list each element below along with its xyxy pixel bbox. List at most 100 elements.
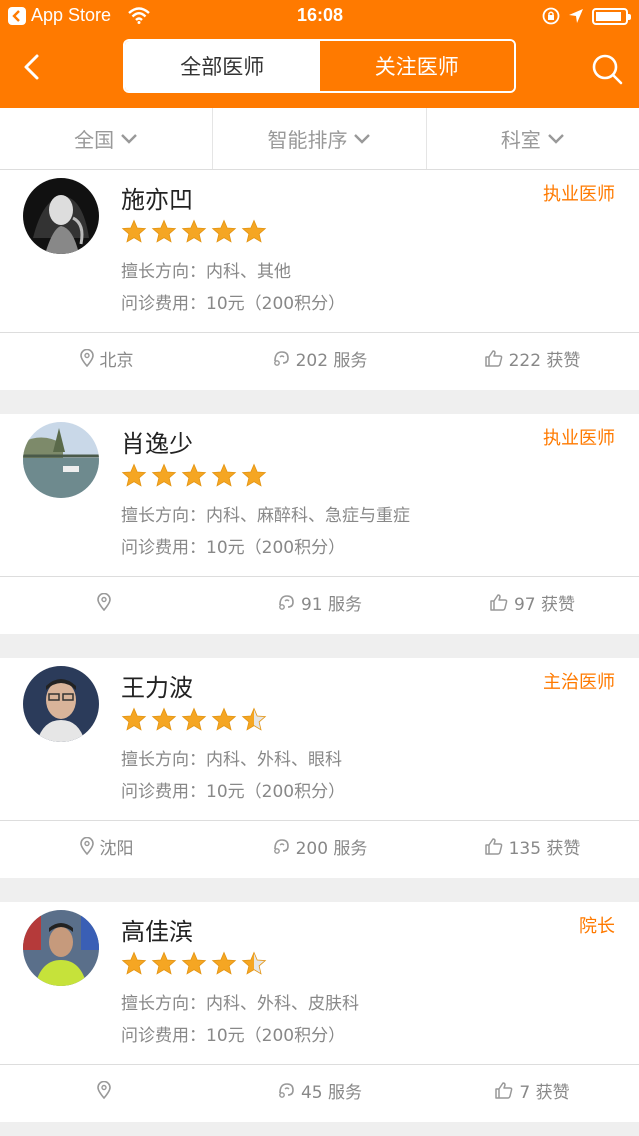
doctor-segment-control: 全部医师 关注医师 — [123, 39, 516, 93]
service-icon — [279, 1083, 294, 1098]
consult-fee: 问诊费用：10元（200积分） — [121, 538, 346, 558]
tab-all-doctors[interactable]: 全部医师 — [125, 41, 320, 91]
service-count: 200 服务 — [295, 838, 368, 859]
service-stat: 202 服务 — [213, 333, 426, 383]
service-icon — [273, 351, 289, 366]
location-pin-icon — [79, 349, 94, 367]
star-icon — [181, 951, 207, 975]
location-stat — [0, 1065, 213, 1115]
rating-stars — [121, 951, 267, 977]
rating-stars — [121, 463, 267, 489]
star-icon — [181, 463, 207, 487]
star-icon — [211, 951, 237, 975]
service-icon — [279, 595, 294, 610]
star-icon — [151, 463, 177, 487]
star-icon — [121, 463, 147, 487]
filter-sort-label: 智能排序 — [267, 128, 348, 152]
doctor-name: 肖逸少 — [121, 430, 193, 458]
status-bar: App Store 16:08 — [0, 0, 639, 34]
chevron-down-icon — [354, 133, 371, 144]
doctor-card[interactable]: 王力波 主治医师 擅长方向：内科、外科、眼科 问诊费用：10元（200积分） 沈… — [0, 658, 639, 878]
consult-fee: 问诊费用：10元（200积分） — [121, 782, 346, 802]
filter-department-label: 科室 — [500, 128, 541, 152]
doctor-card[interactable]: 肖逸少 执业医师 擅长方向：内科、麻醉科、急症与重症 问诊费用：10元（200积… — [0, 414, 639, 634]
star-icon — [211, 219, 237, 243]
like-stat[interactable]: 7 获赞 — [426, 1065, 639, 1115]
service-stat: 200 服务 — [213, 821, 426, 871]
star-icon — [241, 951, 267, 975]
star-icon — [211, 463, 237, 487]
location-text: 北京 — [99, 350, 134, 371]
location-stat — [0, 577, 213, 627]
tab-followed-doctors[interactable]: 关注医师 — [319, 41, 514, 91]
like-count: 7 获赞 — [519, 1082, 570, 1103]
rating-stars — [121, 219, 267, 245]
filter-sort[interactable]: 智能排序 — [213, 108, 427, 169]
avatar — [23, 422, 99, 498]
doctor-stats: 北京 202 服务 222 获赞 — [0, 333, 639, 383]
doctor-card[interactable]: 施亦凹 执业医师 擅长方向：内科、其他 问诊费用：10元（200积分） 北京 2… — [0, 170, 639, 390]
star-icon — [241, 219, 267, 243]
rating-stars — [121, 707, 267, 733]
doctor-title: 执业医师 — [543, 184, 615, 205]
location-pin-icon — [96, 593, 111, 611]
consult-fee: 问诊费用：10元（200积分） — [121, 1026, 346, 1046]
filter-region[interactable]: 全国 — [0, 108, 214, 169]
star-icon — [211, 707, 237, 731]
star-icon — [121, 951, 147, 975]
back-app-label[interactable]: App Store — [31, 5, 111, 26]
service-stat: 45 服务 — [213, 1065, 426, 1115]
location-text: 沈阳 — [99, 838, 134, 859]
service-count: 45 服务 — [300, 1082, 363, 1103]
battery-icon — [592, 8, 631, 25]
location-stat: 北京 — [0, 333, 213, 383]
doctor-card[interactable]: 高佳滨 院长 擅长方向：内科、外科、皮肤科 问诊费用：10元（200积分） 45… — [0, 902, 639, 1122]
like-count: 135 获赞 — [508, 838, 581, 859]
search-icon[interactable] — [590, 52, 624, 86]
doctor-title: 主治医师 — [543, 672, 615, 693]
location-services-icon — [569, 9, 583, 23]
doctor-title: 院长 — [579, 916, 615, 937]
star-icon — [121, 219, 147, 243]
back-icon[interactable] — [18, 52, 48, 82]
location-pin-icon — [96, 1081, 111, 1099]
avatar — [23, 666, 99, 742]
like-count: 97 获赞 — [513, 594, 576, 615]
top-bar: App Store 16:08 全部医师 关注医师 — [0, 0, 639, 108]
chevron-down-icon — [121, 133, 138, 144]
avatar — [23, 910, 99, 986]
doctor-name: 王力波 — [121, 674, 193, 702]
back-to-app-icon[interactable] — [8, 7, 26, 25]
star-icon — [151, 951, 177, 975]
battery-level — [596, 12, 622, 21]
doctor-title: 执业医师 — [543, 428, 615, 449]
thumbs-up-icon — [484, 350, 502, 367]
avatar — [23, 178, 99, 254]
doctor-specialty: 擅长方向：内科、外科、皮肤科 — [121, 994, 359, 1014]
doctor-stats: 沈阳 200 服务 135 获赞 — [0, 821, 639, 871]
doctor-name: 高佳滨 — [121, 918, 193, 946]
wifi-icon — [128, 7, 150, 24]
star-icon — [181, 707, 207, 731]
service-count: 91 服务 — [300, 594, 363, 615]
star-icon — [121, 707, 147, 731]
doctor-stats: 91 服务 97 获赞 — [0, 577, 639, 627]
like-stat[interactable]: 135 获赞 — [426, 821, 639, 871]
thumbs-up-icon — [495, 1082, 513, 1099]
like-count: 222 获赞 — [508, 350, 581, 371]
star-icon — [241, 707, 267, 731]
like-stat[interactable]: 97 获赞 — [426, 577, 639, 627]
thumbs-up-icon — [490, 594, 508, 611]
filter-department[interactable]: 科室 — [427, 108, 639, 169]
filter-bar: 全国 智能排序 科室 — [0, 108, 639, 170]
like-stat[interactable]: 222 获赞 — [426, 333, 639, 383]
doctor-stats: 45 服务 7 获赞 — [0, 1065, 639, 1115]
star-icon — [241, 463, 267, 487]
star-icon — [151, 219, 177, 243]
star-icon — [151, 707, 177, 731]
consult-fee: 问诊费用：10元（200积分） — [121, 294, 346, 314]
star-icon — [181, 219, 207, 243]
filter-region-label: 全国 — [74, 128, 115, 152]
location-pin-icon — [79, 837, 94, 855]
location-stat: 沈阳 — [0, 821, 213, 871]
